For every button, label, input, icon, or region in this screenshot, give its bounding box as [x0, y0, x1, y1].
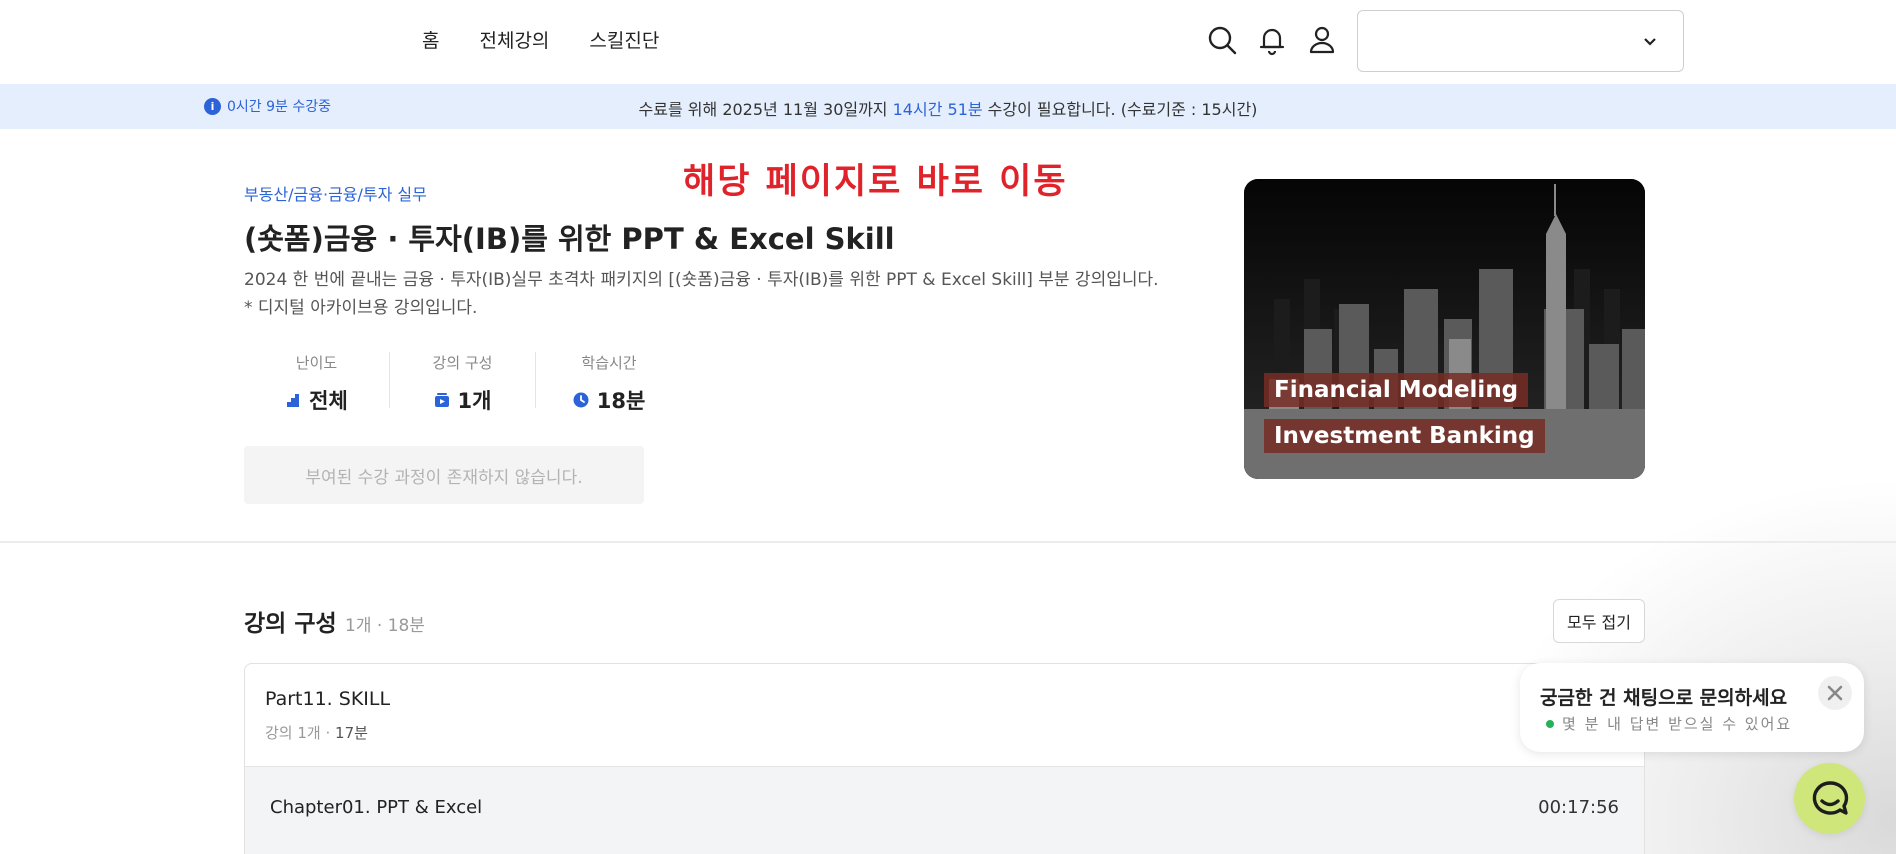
difficulty-icon	[287, 394, 300, 407]
chapter-title: Chapter01. PPT & Excel	[270, 797, 483, 818]
watch-time-label: 0시간 9분 수강중	[227, 99, 331, 115]
chat-popup-title: 궁금한 건 채팅으로 문의하세요	[1540, 687, 1788, 709]
nav-skill-diagnosis[interactable]: 스킬진단	[589, 26, 659, 53]
stat-difficulty: 난이도 전체	[244, 352, 390, 413]
course-description: 2024 한 번에 끝내는 금융 · 투자(IB)실무 초격차 패키지의 [(숏…	[244, 266, 1159, 322]
organization-select[interactable]	[1357, 10, 1684, 72]
course-description-line: 2024 한 번에 끝내는 금융 · 투자(IB)실무 초격차 패키지의 [(숏…	[244, 270, 1159, 290]
annotation-overlay: 해당 페이지로 바로 이동	[683, 162, 1068, 202]
chapter-row[interactable]: Chapter01. PPT & Excel 00:17:56	[245, 766, 1644, 854]
course-note: * 디지털 아카이브용 강의입니다.	[244, 298, 478, 318]
part-meta-label: 강의 1개 ·	[265, 724, 336, 742]
stat-label: 학습시간	[581, 354, 637, 372]
section-divider	[0, 541, 1896, 543]
collapse-all-button[interactable]: 모두 접기	[1553, 599, 1645, 643]
enroll-status-button[interactable]: 부여된 수강 과정이 존재하지 않습니다.	[244, 446, 644, 504]
thumbnail-tag: Financial Modeling	[1264, 373, 1529, 407]
curriculum-meta: 1개 · 18분	[345, 616, 425, 636]
stat-label: 강의 구성	[432, 354, 493, 372]
stat-label: 난이도	[295, 354, 338, 372]
watch-time-status: i 0시간 9분 수강중	[204, 96, 331, 116]
chapter-duration: 00:17:56	[1538, 797, 1619, 818]
online-status-dot	[1546, 719, 1554, 728]
thumbnail-tag: Investment Banking	[1264, 419, 1545, 453]
chat-popup-subtitle-row: 몇 분 내 답변 받으실 수 있어요	[1546, 713, 1792, 734]
part-title: Part11. SKILL	[265, 688, 391, 710]
lecture-icon	[434, 393, 449, 407]
info-icon: i	[204, 97, 221, 115]
search-icon[interactable]	[1206, 24, 1238, 56]
chat-popup[interactable]: 궁금한 건 채팅으로 문의하세요 몇 분 내 답변 받으실 수 있어요	[1520, 663, 1864, 752]
chat-bubble-icon[interactable]	[1794, 763, 1865, 834]
curriculum-title: 강의 구성	[244, 611, 337, 637]
bell-icon[interactable]	[1256, 24, 1288, 56]
stat-value: 전체	[309, 389, 348, 413]
clock-icon	[573, 392, 589, 408]
course-category[interactable]: 부동산/금융·금융/투자 실무	[244, 181, 427, 205]
part-meta: 강의 1개 · 17분	[265, 722, 368, 743]
progress-notice-bar: 수료를 위해 2025년 11월 30일까지 14시간 51분 수강이 필요합니…	[0, 84, 1896, 129]
page: 홈 전체강의 스킬진단 수료를 위해 2025년 11월 30일까지 14시간 …	[0, 0, 1896, 854]
chevron-down-icon	[1644, 38, 1656, 46]
stat-value: 18분	[596, 389, 646, 413]
nav-all-courses[interactable]: 전체강의	[479, 26, 549, 53]
completion-text-suffix: 수강이 필요합니다. (수료기준 : 15시간)	[982, 100, 1258, 119]
close-icon[interactable]	[1818, 676, 1852, 710]
main-nav: 홈 전체강의 스킬진단	[422, 26, 659, 53]
top-header: 홈 전체강의 스킬진단	[0, 0, 1896, 84]
course-thumbnail: Financial Modeling Investment Banking	[1244, 179, 1645, 479]
stat-value: 1개	[457, 389, 492, 413]
nav-home[interactable]: 홈	[422, 26, 439, 53]
course-title: (숏폼)금융 · 투자(IB)를 위한 PPT & Excel Skill	[244, 222, 895, 256]
part-meta-time: 17분	[335, 724, 368, 742]
stat-study-time: 학습시간 18분	[536, 352, 682, 413]
course-stats: 난이도 전체 강의 구성 1개 학습시간 18분	[244, 352, 682, 413]
required-time: 14시간 51분	[892, 100, 983, 119]
completion-text-prefix: 수료를 위해 2025년 11월 30일까지	[638, 100, 893, 119]
user-icon[interactable]	[1306, 24, 1338, 56]
curriculum-part[interactable]: Part11. SKILL 강의 1개 · 17분 Chapter01. PPT…	[244, 663, 1645, 854]
stat-lecture-count: 강의 구성 1개	[390, 352, 536, 413]
chat-popup-subtitle: 몇 분 내 답변 받으실 수 있어요	[1562, 715, 1793, 733]
